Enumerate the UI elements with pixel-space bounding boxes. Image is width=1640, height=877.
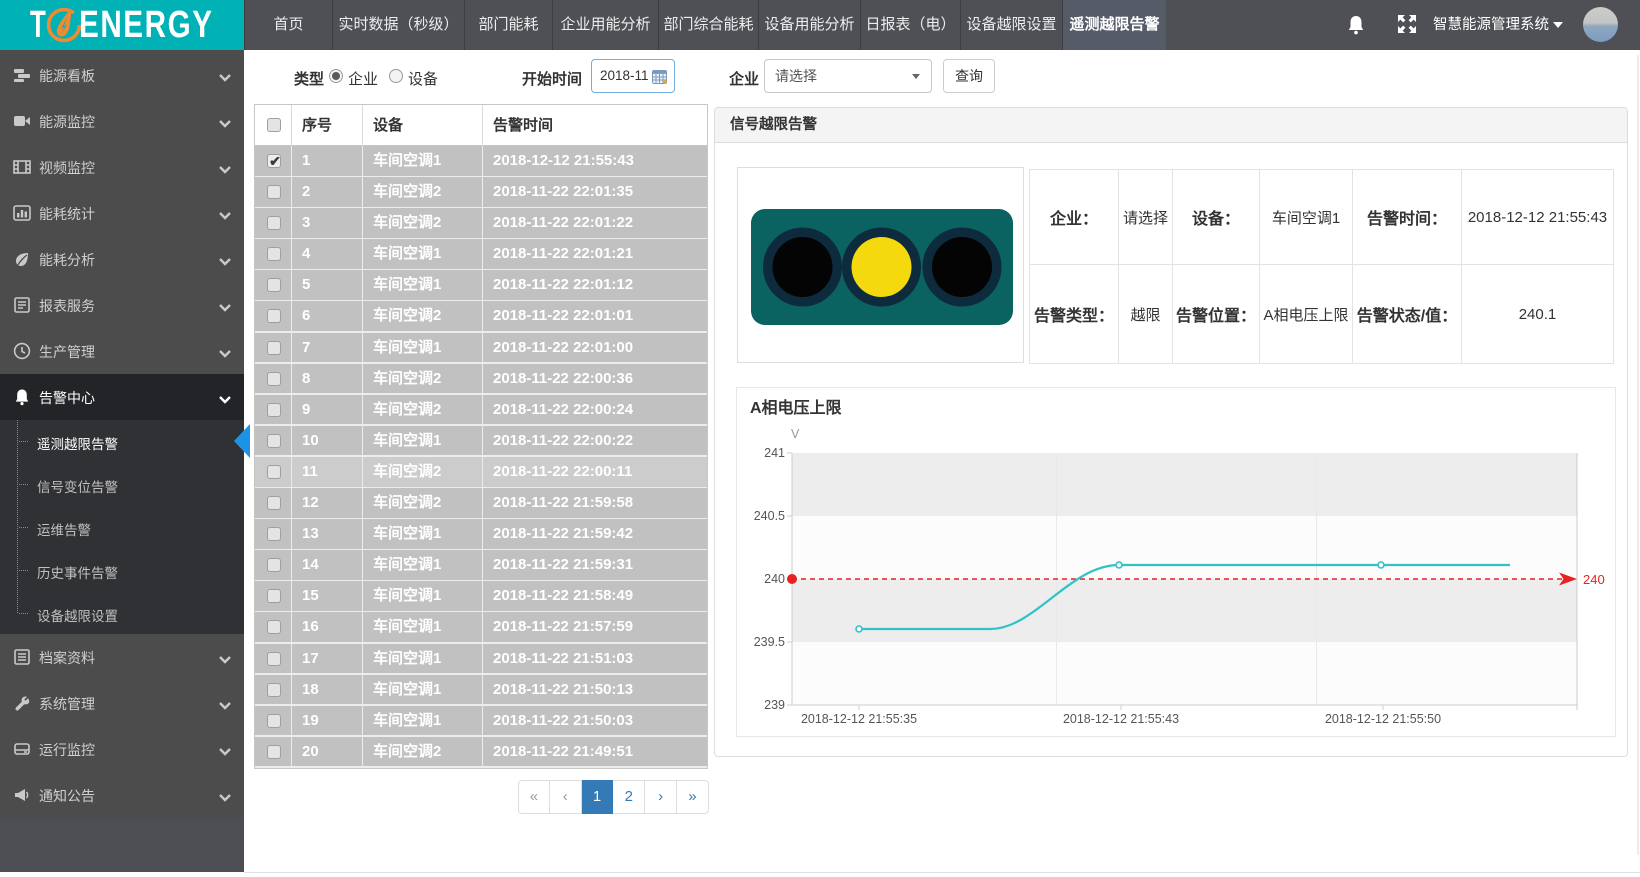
svg-text:240: 240: [1583, 572, 1605, 587]
